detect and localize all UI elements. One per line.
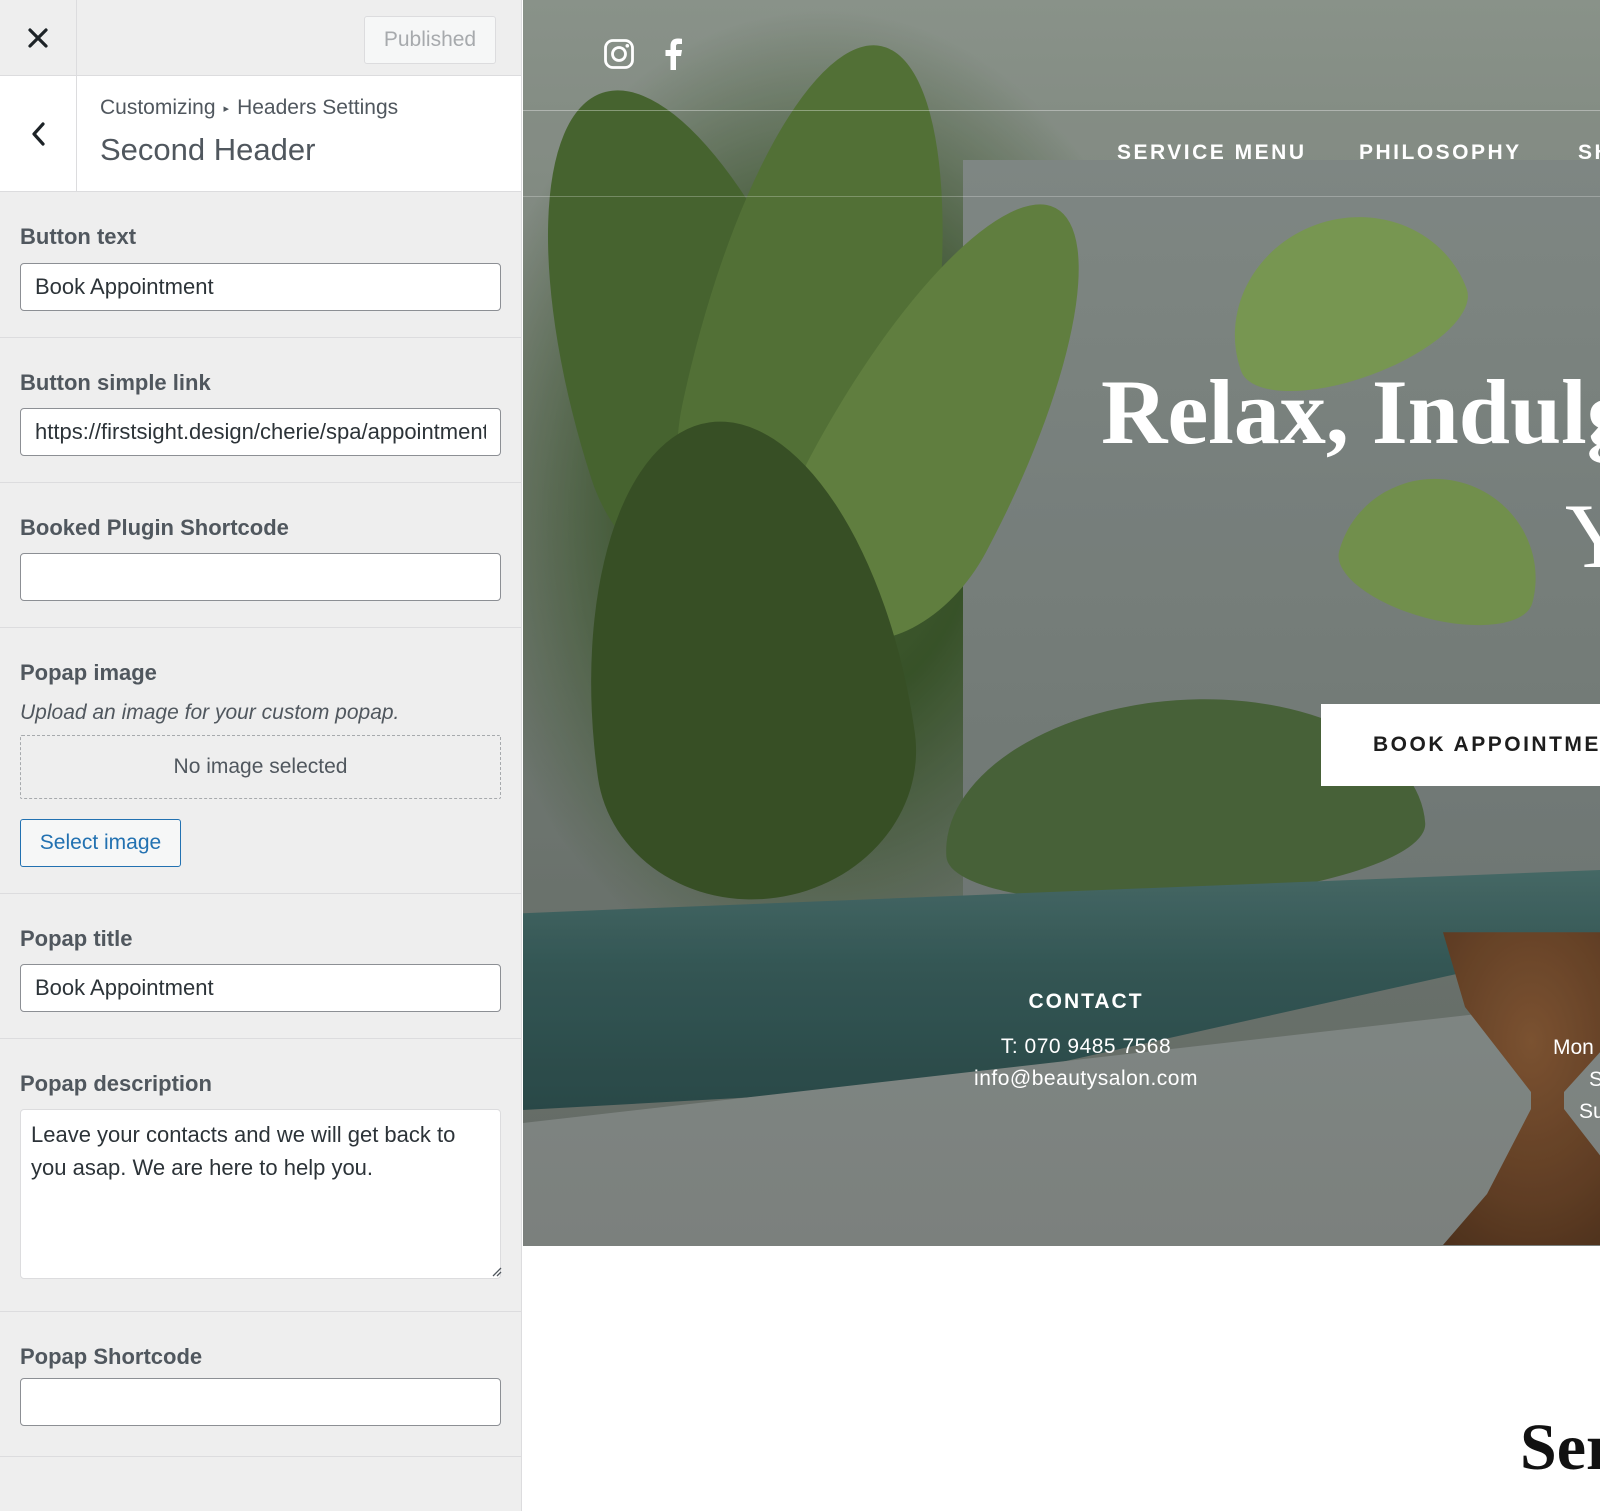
section-header: Customizing ▸ Headers Settings Second He… bbox=[0, 76, 521, 192]
popap-shortcode-input[interactable] bbox=[20, 1378, 501, 1426]
breadcrumb-root: Customizing bbox=[100, 96, 216, 119]
control-popap-title: Popap title bbox=[0, 894, 521, 1039]
published-button[interactable]: Published bbox=[364, 16, 496, 64]
popap-title-input[interactable] bbox=[20, 964, 501, 1012]
no-image-placeholder: No image selected bbox=[20, 735, 501, 799]
hours-line: S bbox=[1589, 1068, 1600, 1091]
nav-divider bbox=[523, 110, 1600, 111]
control-popap-description: Popap description Leave your contacts an… bbox=[0, 1039, 521, 1312]
control-popap-shortcode: Popap Shortcode bbox=[0, 1312, 521, 1457]
button-link-label: Button simple link bbox=[20, 370, 211, 395]
hero-title-line-2: Yo bbox=[1565, 485, 1600, 587]
facebook-icon bbox=[665, 38, 682, 70]
button-text-label: Button text bbox=[20, 224, 137, 249]
contact-email[interactable]: info@beautysalon.com bbox=[951, 1067, 1221, 1091]
control-button-link: Button simple link bbox=[0, 338, 521, 483]
button-text-input[interactable] bbox=[20, 263, 501, 311]
nav-shop[interactable]: SH bbox=[1578, 141, 1600, 165]
popap-description-label: Popap description bbox=[20, 1071, 212, 1096]
back-button[interactable] bbox=[0, 76, 77, 192]
control-popap-image: Popap image Upload an image for your cus… bbox=[0, 628, 521, 894]
contact-title: CONTACT bbox=[1028, 990, 1144, 1013]
popap-title-label: Popap title bbox=[20, 926, 133, 951]
nav-philosophy[interactable]: PHILOSOPHY bbox=[1359, 141, 1522, 165]
button-link-input[interactable] bbox=[20, 408, 501, 456]
hero-overlay bbox=[523, 0, 1600, 1246]
control-button-text: Button text bbox=[0, 192, 521, 338]
control-booked-shortcode: Booked Plugin Shortcode bbox=[0, 483, 521, 628]
booked-shortcode-input[interactable] bbox=[20, 553, 501, 601]
facebook-link[interactable] bbox=[655, 36, 691, 72]
book-appointment-button[interactable]: BOOK APPOINTME bbox=[1321, 704, 1600, 786]
instagram-link[interactable] bbox=[601, 36, 637, 72]
breadcrumb-separator: ▸ bbox=[223, 102, 230, 115]
breadcrumb: Customizing ▸ Headers Settings bbox=[100, 96, 398, 120]
customizer-sidebar: Published Customizing ▸ Headers Settings… bbox=[0, 0, 522, 1511]
hero-section: SERVICE MENU PHILOSOPHY SH Relax, Indulg… bbox=[523, 0, 1600, 1246]
booked-shortcode-label: Booked Plugin Shortcode bbox=[20, 515, 289, 540]
popap-image-label: Popap image bbox=[20, 660, 157, 685]
hours-line: Mon bbox=[1553, 1036, 1594, 1059]
breadcrumb-parent: Headers Settings bbox=[237, 96, 399, 119]
resize-handle-icon[interactable] bbox=[490, 1265, 502, 1277]
close-icon bbox=[28, 28, 48, 48]
nav-divider bbox=[523, 196, 1600, 197]
close-customizer-button[interactable] bbox=[0, 0, 77, 76]
contact-phone: T: 070 9485 7568 bbox=[1000, 1035, 1172, 1058]
nav-service-menu[interactable]: SERVICE MENU bbox=[1117, 141, 1306, 165]
customizer-topbar: Published bbox=[0, 0, 521, 76]
services-heading: Ser bbox=[1520, 1411, 1600, 1484]
instagram-icon bbox=[604, 39, 634, 69]
site-preview: SERVICE MENU PHILOSOPHY SH Relax, Indulg… bbox=[523, 0, 1600, 1511]
popap-description-textarea[interactable]: Leave your contacts and we will get back… bbox=[20, 1109, 501, 1279]
select-image-button[interactable]: Select image bbox=[20, 819, 181, 867]
hours-line: Su bbox=[1579, 1100, 1600, 1123]
section-title: Second Header bbox=[100, 132, 316, 167]
hero-title-line-1: Relax, Indulg bbox=[1101, 361, 1600, 463]
chevron-left-icon bbox=[32, 122, 45, 146]
popap-shortcode-label: Popap Shortcode bbox=[20, 1344, 203, 1369]
popap-image-description: Upload an image for your custom popap. bbox=[20, 701, 400, 724]
